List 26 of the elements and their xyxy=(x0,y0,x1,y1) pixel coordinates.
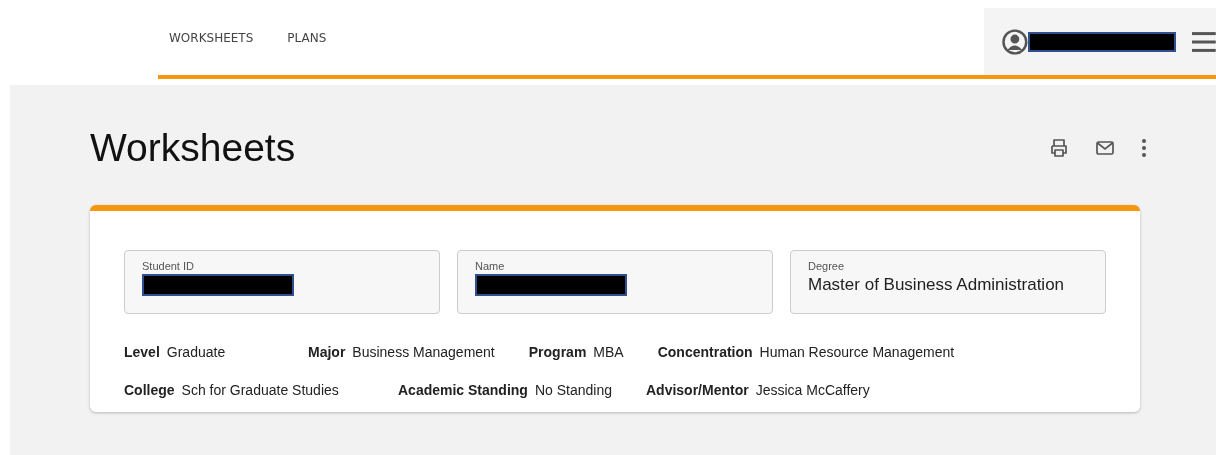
user-avatar-icon[interactable] xyxy=(1002,28,1028,55)
info-value: MBA xyxy=(593,344,624,360)
print-icon[interactable] xyxy=(1049,138,1069,158)
info-value: Sch for Graduate Studies xyxy=(181,382,339,398)
field-label: Degree xyxy=(808,260,845,272)
field-value: Master of Business Administration xyxy=(808,275,1065,295)
info-label: College xyxy=(124,382,175,398)
info-label: Level xyxy=(124,344,160,360)
more-options-icon[interactable] xyxy=(1141,138,1147,158)
info-label: Concentration xyxy=(657,344,753,360)
info-value: Human Resource Management xyxy=(759,344,955,360)
info-label: Major xyxy=(308,344,346,360)
nav-link[interactable]: PLANS xyxy=(287,30,327,45)
info-value: Business Management xyxy=(352,344,495,360)
nav-link[interactable]: WORKSHEETS xyxy=(169,30,254,45)
field-label: Student ID xyxy=(142,260,194,272)
info-value: No Standing xyxy=(534,382,612,398)
info-label: Program xyxy=(528,344,587,360)
info-label: Academic Standing xyxy=(398,382,528,398)
menu-icon[interactable] xyxy=(1192,30,1216,53)
page-title: Worksheets xyxy=(90,126,296,170)
mail-icon[interactable] xyxy=(1095,138,1115,158)
info-value: Jessica McCaffery xyxy=(755,382,870,398)
field-label: Name xyxy=(475,260,505,272)
info-value: Graduate xyxy=(166,344,226,360)
info-label: Advisor/Mentor xyxy=(646,382,749,398)
